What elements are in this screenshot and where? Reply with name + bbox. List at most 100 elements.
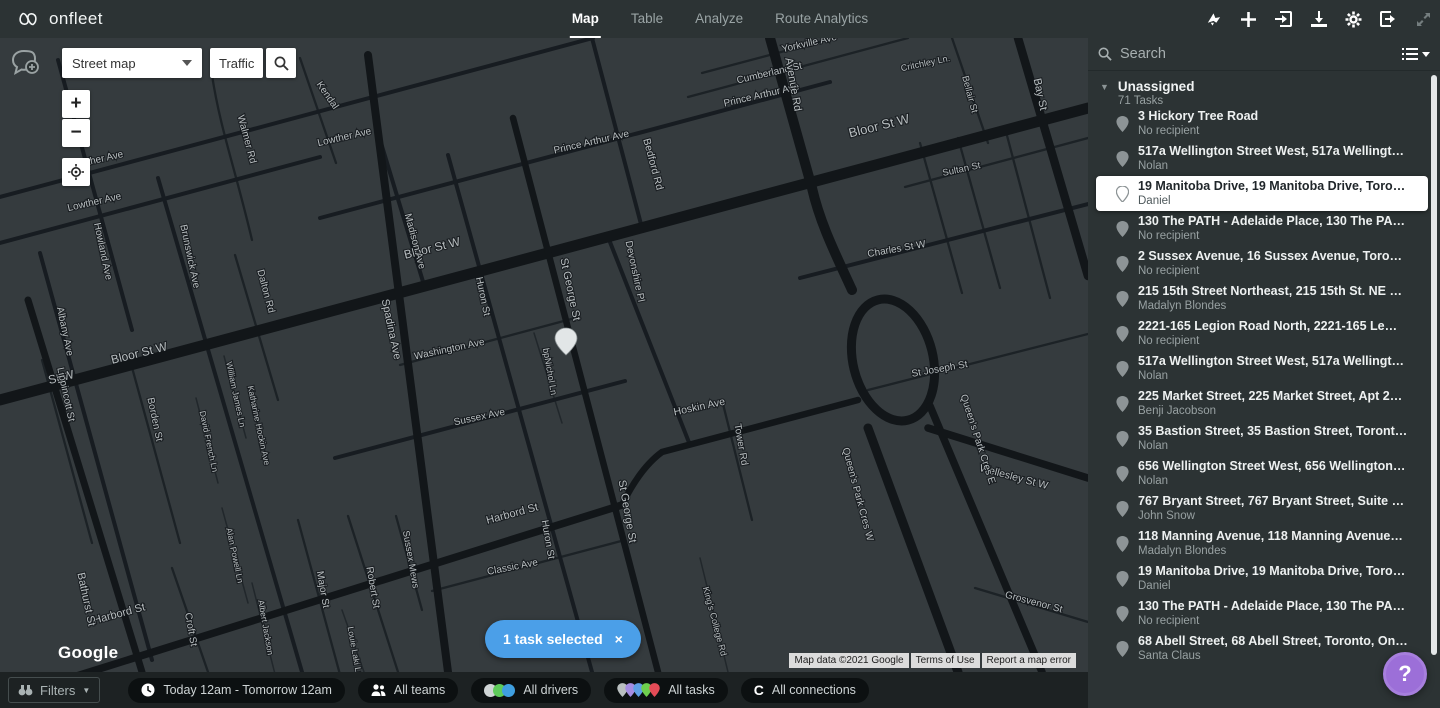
clear-selection-icon[interactable]: × bbox=[615, 632, 623, 646]
fullscreen-icon[interactable] bbox=[1415, 11, 1432, 28]
map-data-credit: Map data ©2021 Google bbox=[789, 653, 908, 668]
map-search-button[interactable] bbox=[266, 48, 296, 78]
filters-button[interactable]: Filters ▼ bbox=[8, 677, 100, 703]
drivers-filter[interactable]: All drivers bbox=[471, 678, 591, 703]
tab-map[interactable]: Map bbox=[570, 0, 601, 38]
tasks-filter[interactable]: All tasks bbox=[604, 678, 728, 703]
connections-filter[interactable]: C All connections bbox=[741, 678, 869, 703]
import-icon[interactable] bbox=[1275, 11, 1292, 28]
task-recipient: Santa Claus bbox=[1138, 649, 1414, 663]
task-pin-icon bbox=[1116, 431, 1129, 447]
tasks-sidebar: ▼ Unassigned 71 Tasks 3 Hickory Tree Roa… bbox=[1088, 38, 1440, 708]
teams-filter[interactable]: All teams bbox=[358, 678, 458, 703]
task-title: 656 Wellington Street West, 656 Wellingt… bbox=[1138, 459, 1414, 474]
zoom-in-button[interactable]: + bbox=[62, 90, 90, 118]
task-title: 767 Bryant Street, 767 Bryant Street, Su… bbox=[1138, 494, 1414, 509]
bird-icon[interactable] bbox=[1205, 11, 1222, 28]
help-button[interactable]: ? bbox=[1383, 652, 1427, 696]
onfleet-logo[interactable]: onfleet bbox=[0, 9, 220, 29]
task-title: 35 Bastion Street, 35 Bastion Street, To… bbox=[1138, 424, 1414, 439]
list-item[interactable]: 225 Market Street, 225 Market Street, Ap… bbox=[1088, 386, 1428, 421]
task-title: 517a Wellington Street West, 517a Wellin… bbox=[1138, 354, 1414, 369]
task-pin-icon bbox=[1116, 221, 1129, 237]
search-input[interactable] bbox=[1120, 46, 1394, 62]
list-item[interactable]: 118 Manning Avenue, 118 Manning Avenue… … bbox=[1088, 526, 1428, 561]
search-icon bbox=[1098, 47, 1112, 61]
task-title: 19 Manitoba Drive, 19 Manitoba Drive, To… bbox=[1138, 179, 1414, 194]
sidebar-scrollbar[interactable] bbox=[1431, 75, 1437, 655]
task-recipient: Daniel bbox=[1138, 579, 1414, 593]
selected-tasks-pill[interactable]: 1 task selected × bbox=[485, 620, 641, 658]
map-canvas[interactable]: Yorkville AveCumberland StCritchley Ln.B… bbox=[0, 38, 1088, 672]
task-pin-icon bbox=[1116, 606, 1129, 622]
task-pin-icon bbox=[1116, 256, 1129, 272]
list-item[interactable]: 215 15th Street Northeast, 215 15th St. … bbox=[1088, 281, 1428, 316]
add-task-icon[interactable] bbox=[1240, 11, 1257, 28]
collapse-caret-icon[interactable]: ▼ bbox=[1100, 82, 1109, 107]
map-type-value: Street map bbox=[72, 56, 182, 71]
task-pin-icon bbox=[1116, 536, 1129, 552]
street-map[interactable]: Yorkville AveCumberland StCritchley Ln.B… bbox=[0, 38, 1088, 672]
task-recipient: Madalyn Blondes bbox=[1138, 544, 1414, 558]
tab-route-analytics[interactable]: Route Analytics bbox=[773, 0, 870, 38]
infinity-logo-icon bbox=[16, 11, 40, 27]
date-range-filter[interactable]: Today 12am - Tomorrow 12am bbox=[128, 678, 345, 703]
zoom-out-button[interactable]: − bbox=[62, 119, 90, 147]
list-item[interactable]: 19 Manitoba Drive, 19 Manitoba Drive, To… bbox=[1088, 561, 1428, 596]
main-tabs: Map Table Analyze Route Analytics bbox=[570, 0, 870, 38]
sidebar-search-row bbox=[1088, 38, 1440, 71]
task-title: 130 The PATH - Adelaide Place, 130 The P… bbox=[1138, 599, 1414, 614]
list-item[interactable]: 35 Bastion Street, 35 Bastion Street, To… bbox=[1088, 421, 1428, 456]
list-item[interactable]: 2221-165 Legion Road North, 2221-165 Le…… bbox=[1088, 316, 1428, 351]
crosshair-icon bbox=[68, 164, 84, 180]
list-item[interactable]: 130 The PATH - Adelaide Place, 130 The P… bbox=[1088, 596, 1428, 631]
task-pin-icon bbox=[1116, 571, 1129, 587]
list-item[interactable]: 517a Wellington Street West, 517a Wellin… bbox=[1088, 351, 1428, 386]
list-item[interactable]: 517a Wellington Street West, 517a Wellin… bbox=[1088, 141, 1428, 176]
list-item[interactable]: 130 The PATH - Adelaide Place, 130 The P… bbox=[1088, 211, 1428, 246]
unassigned-group-header[interactable]: ▼ Unassigned 71 Tasks bbox=[1088, 71, 1440, 111]
map-type-selector[interactable]: Street map bbox=[62, 48, 202, 78]
chevron-down-icon: ▼ bbox=[82, 686, 90, 695]
topbar-actions bbox=[1205, 0, 1432, 38]
report-map-error-link[interactable]: Report a map error bbox=[982, 653, 1076, 668]
list-item[interactable]: 2 Sussex Avenue, 16 Sussex Avenue, Toro…… bbox=[1088, 246, 1428, 281]
clock-icon bbox=[141, 683, 155, 697]
chevron-down-icon bbox=[1422, 52, 1430, 57]
list-item[interactable]: 656 Wellington Street West, 656 Wellingt… bbox=[1088, 456, 1428, 491]
map-attribution: Map data ©2021 Google Terms of Use Repor… bbox=[789, 653, 1076, 668]
teams-icon bbox=[371, 684, 386, 696]
task-title: 225 Market Street, 225 Market Street, Ap… bbox=[1138, 389, 1414, 404]
task-title: 118 Manning Avenue, 118 Manning Avenue… bbox=[1138, 529, 1414, 544]
selected-tasks-count: 1 task selected bbox=[503, 631, 603, 647]
feedback-chat-icon[interactable] bbox=[10, 48, 42, 78]
my-location-button[interactable] bbox=[62, 158, 90, 186]
top-navigation-bar: onfleet Map Table Analyze Route Analytic… bbox=[0, 0, 1440, 38]
task-recipient: No recipient bbox=[1138, 264, 1414, 278]
teams-label: All teams bbox=[394, 683, 445, 697]
terms-of-use-link[interactable]: Terms of Use bbox=[911, 653, 980, 668]
task-pin-icon bbox=[1116, 151, 1129, 167]
list-item[interactable]: 767 Bryant Street, 767 Bryant Street, Su… bbox=[1088, 491, 1428, 526]
task-recipient: No recipient bbox=[1138, 614, 1414, 628]
logout-icon[interactable] bbox=[1380, 11, 1397, 28]
tab-table[interactable]: Table bbox=[629, 0, 665, 38]
onfleet-app: onfleet Map Table Analyze Route Analytic… bbox=[0, 0, 1440, 708]
settings-gear-icon[interactable] bbox=[1345, 11, 1362, 28]
date-range-label: Today 12am - Tomorrow 12am bbox=[163, 683, 332, 697]
task-recipient: No recipient bbox=[1138, 124, 1414, 138]
task-pin-icon bbox=[1116, 501, 1129, 517]
list-item[interactable]: 68 Abell Street, 68 Abell Street, Toront… bbox=[1088, 631, 1428, 666]
list-item[interactable]: 3 Hickory Tree Road No recipient bbox=[1088, 106, 1428, 141]
task-pin-icon bbox=[1116, 361, 1129, 377]
list-view-options-button[interactable] bbox=[1402, 48, 1430, 60]
tab-analyze[interactable]: Analyze bbox=[693, 0, 745, 38]
export-download-icon[interactable] bbox=[1310, 11, 1327, 28]
task-title: 130 The PATH - Adelaide Place, 130 The P… bbox=[1138, 214, 1414, 229]
task-title: 68 Abell Street, 68 Abell Street, Toront… bbox=[1138, 634, 1414, 649]
task-recipient: Benji Jacobson bbox=[1138, 404, 1414, 418]
task-title: 3 Hickory Tree Road bbox=[1138, 109, 1414, 124]
list-item[interactable]: 19 Manitoba Drive, 19 Manitoba Drive, To… bbox=[1096, 176, 1428, 211]
group-name: Unassigned bbox=[1118, 79, 1195, 94]
traffic-toggle-button[interactable]: Traffic bbox=[210, 48, 263, 78]
